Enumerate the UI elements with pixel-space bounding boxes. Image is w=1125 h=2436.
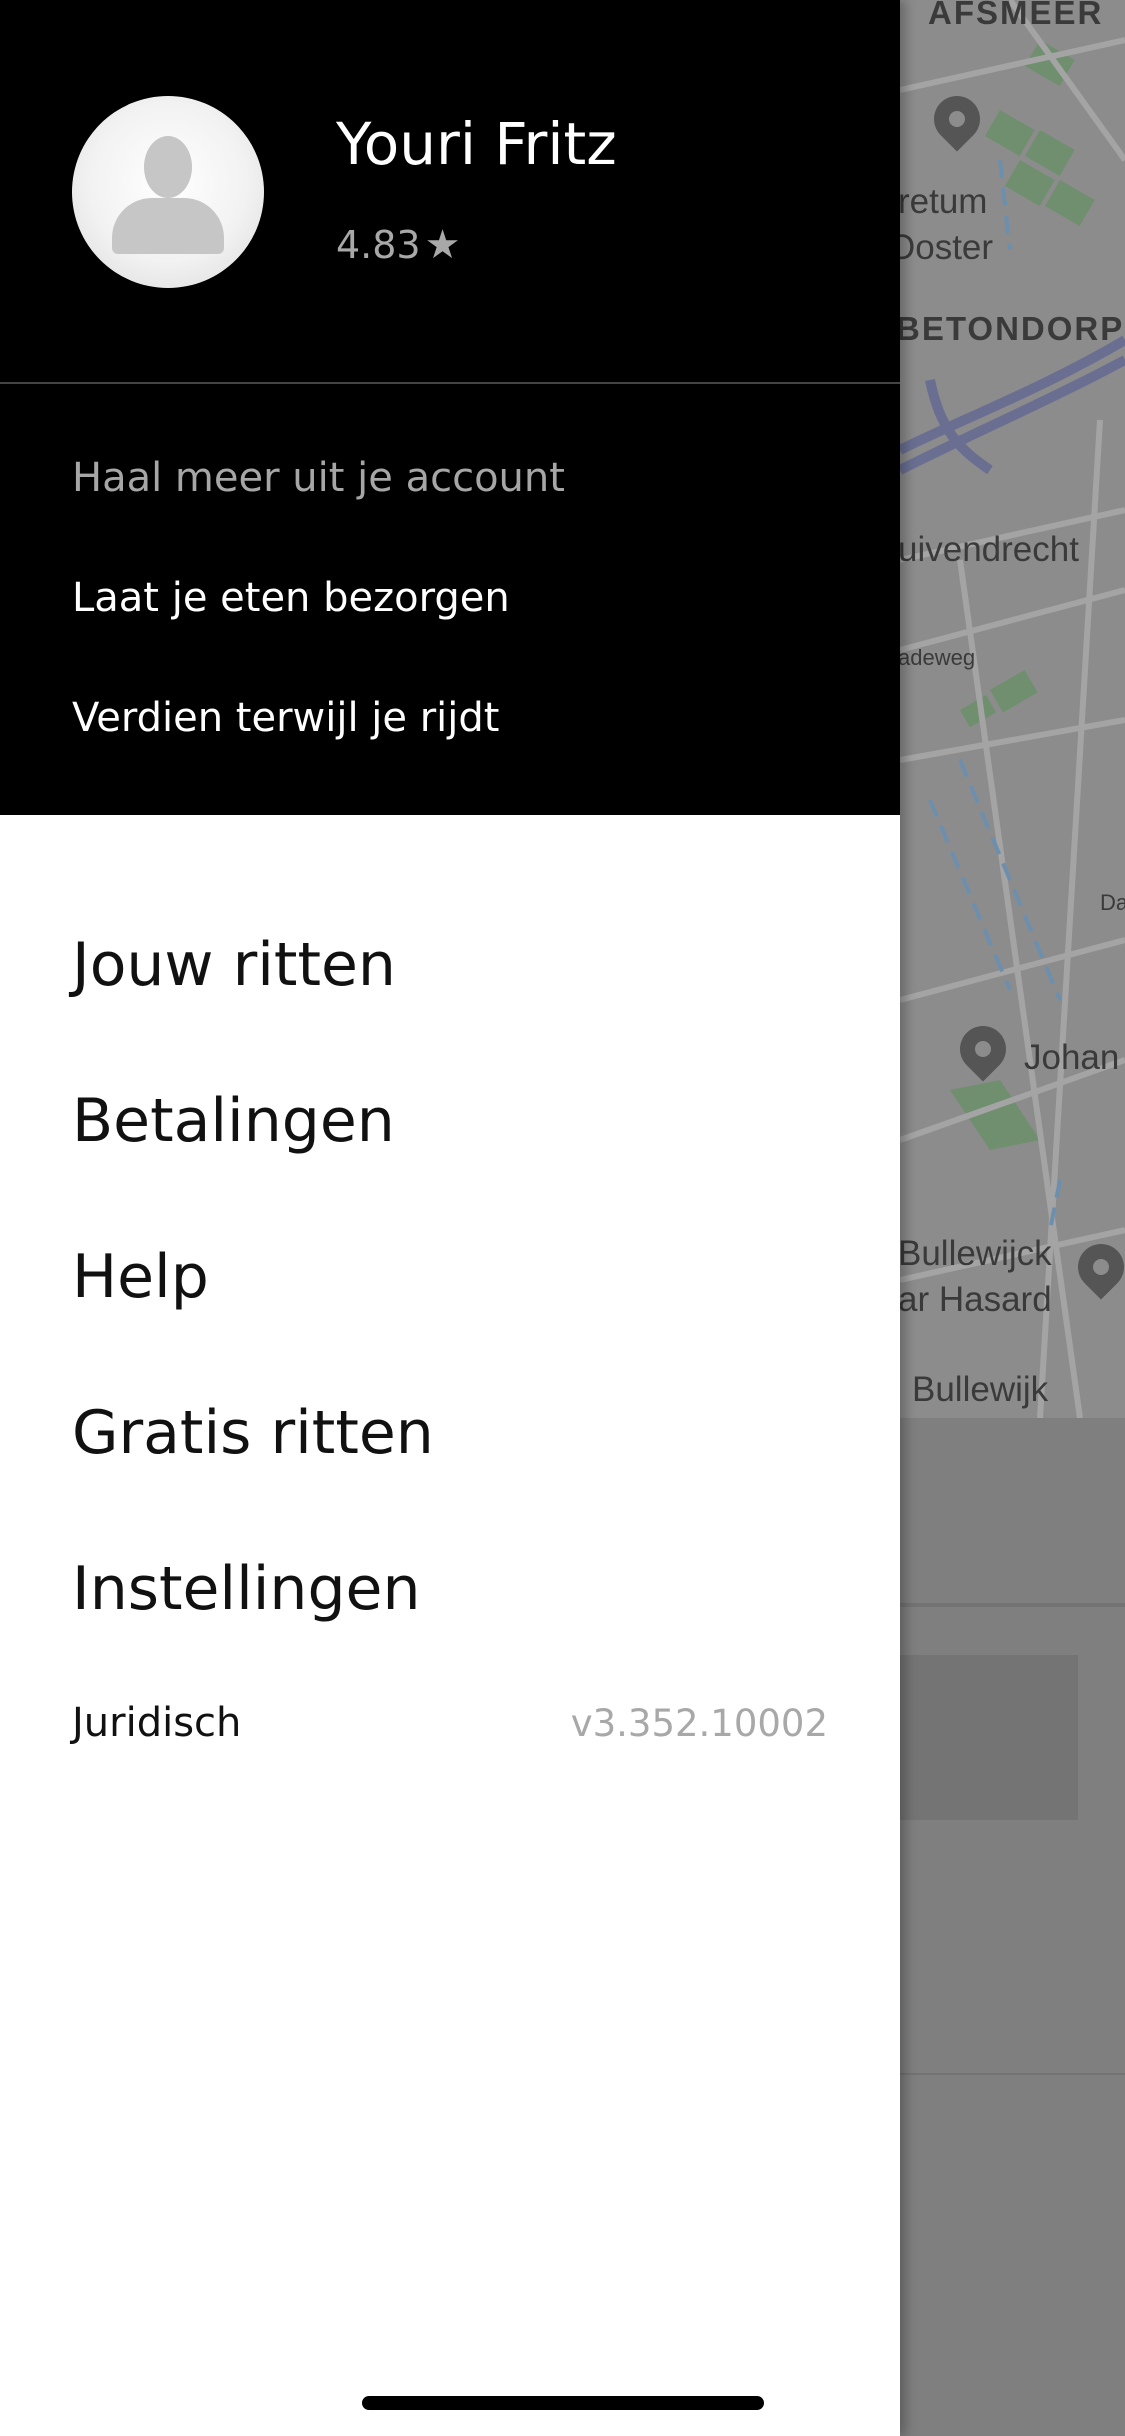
avatar-head-icon: [144, 136, 192, 198]
eats-link[interactable]: Laat je eten bezorgen: [72, 575, 510, 621]
drive-link[interactable]: Verdien terwijl je rijdt: [72, 695, 499, 741]
map-label-road: adeweg: [898, 645, 976, 670]
legal-link[interactable]: Juridisch: [72, 1700, 241, 1746]
map-label-bullewijk: Bullewijk: [912, 1370, 1049, 1409]
destination-input[interactable]: [880, 1655, 1078, 1820]
app-version: v3.352.10002: [570, 1702, 828, 1745]
menu-item-free-rides[interactable]: Gratis ritten: [72, 1398, 434, 1468]
map-label-edge: Da: [1100, 890, 1125, 915]
account-promo-link[interactable]: Haal meer uit je account: [72, 455, 565, 501]
drawer-header: Youri Fritz 4.83 ★ Haal meer uit je accou…: [0, 0, 900, 815]
navigation-drawer: Youri Fritz 4.83 ★ Haal meer uit je accou…: [0, 0, 900, 2436]
sheet-divider: [880, 2073, 1125, 2075]
home-indicator[interactable]: [362, 2396, 764, 2410]
map-label-duivendrecht: uivendrecht: [898, 530, 1079, 569]
menu-item-settings[interactable]: Instellingen: [72, 1554, 421, 1624]
map-label-betondorp: BETONDORP: [896, 310, 1125, 347]
star-icon: ★: [424, 222, 461, 268]
map-label-johan: Johan: [1024, 1038, 1120, 1077]
avatar-body-icon: [112, 198, 224, 254]
map-label-arboretum-2: Ooster: [888, 228, 994, 267]
map-label-bullewijck-2: ar Hasard: [898, 1280, 1052, 1319]
menu-item-trips[interactable]: Jouw ritten: [72, 930, 396, 1000]
header-divider: [0, 382, 900, 384]
map-label-watergraafsmeer: AFSMEER: [928, 0, 1104, 31]
menu-item-payments[interactable]: Betalingen: [72, 1086, 395, 1156]
map-label-arboretum: retum: [898, 182, 988, 221]
avatar[interactable]: [72, 96, 264, 288]
rating-value: 4.83: [336, 223, 421, 267]
menu-item-help[interactable]: Help: [72, 1242, 209, 1312]
map-label-bullewijck: Bullewijck: [898, 1234, 1052, 1273]
user-rating: 4.83 ★: [336, 222, 460, 268]
user-name[interactable]: Youri Fritz: [336, 110, 617, 178]
